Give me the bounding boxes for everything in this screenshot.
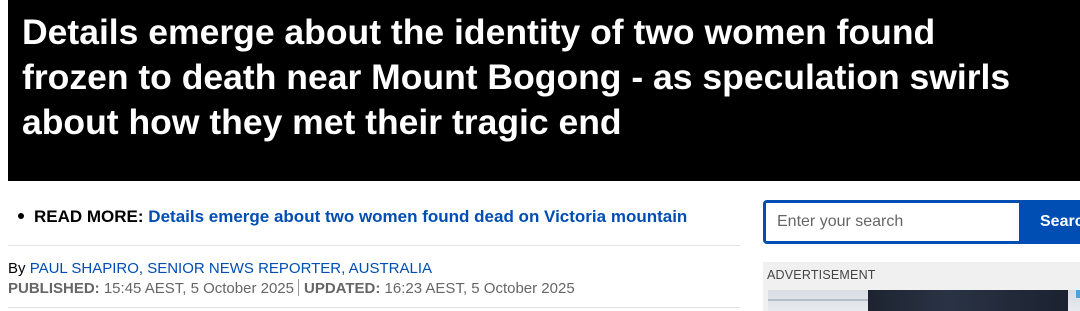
page-title: Details emerge about the identity of two… [22, 10, 1080, 145]
divider [8, 245, 740, 246]
search-input[interactable] [766, 203, 1019, 241]
updated-date: 16:23 AEST, 5 October 2025 [384, 280, 575, 297]
updated-label: UPDATED: [303, 280, 381, 297]
ad-image-accent [1076, 290, 1080, 298]
article-page: Details emerge about the identity of two… [0, 0, 1080, 311]
headline-line: frozen to death near Mount Bogong - as s… [22, 57, 1011, 97]
advertisement-image[interactable] [768, 290, 1080, 311]
byline-prefix: By [8, 260, 26, 277]
read-more-label: READ MORE: [34, 207, 144, 226]
headline-line: about how they met their tragic end [22, 102, 622, 142]
separator [297, 279, 299, 297]
published-date: 15:45 AEST, 5 October 2025 [103, 280, 294, 297]
read-more-item: READ MORE: Details emerge about two wome… [14, 205, 687, 229]
ad-image-figure [868, 290, 1068, 311]
headline-line: Details emerge about the identity of two… [22, 12, 936, 52]
search-button[interactable]: Search [1020, 203, 1080, 241]
publish-info: PUBLISHED: 15:45 AEST, 5 October 2025 UPD… [8, 279, 575, 299]
bullet-icon [18, 213, 24, 220]
advertisement-label: ADVERTISEMENT [767, 268, 876, 282]
divider [8, 307, 740, 308]
ad-image-detail [768, 299, 868, 301]
author-link[interactable]: PAUL SHAPIRO, SENIOR NEWS REPORTER, AUST… [30, 260, 432, 277]
read-more-link[interactable]: Details emerge about two women found dea… [148, 207, 687, 226]
published-label: PUBLISHED: [8, 280, 100, 297]
byline: By PAUL SHAPIRO, SENIOR NEWS REPORTER, A… [8, 259, 432, 278]
